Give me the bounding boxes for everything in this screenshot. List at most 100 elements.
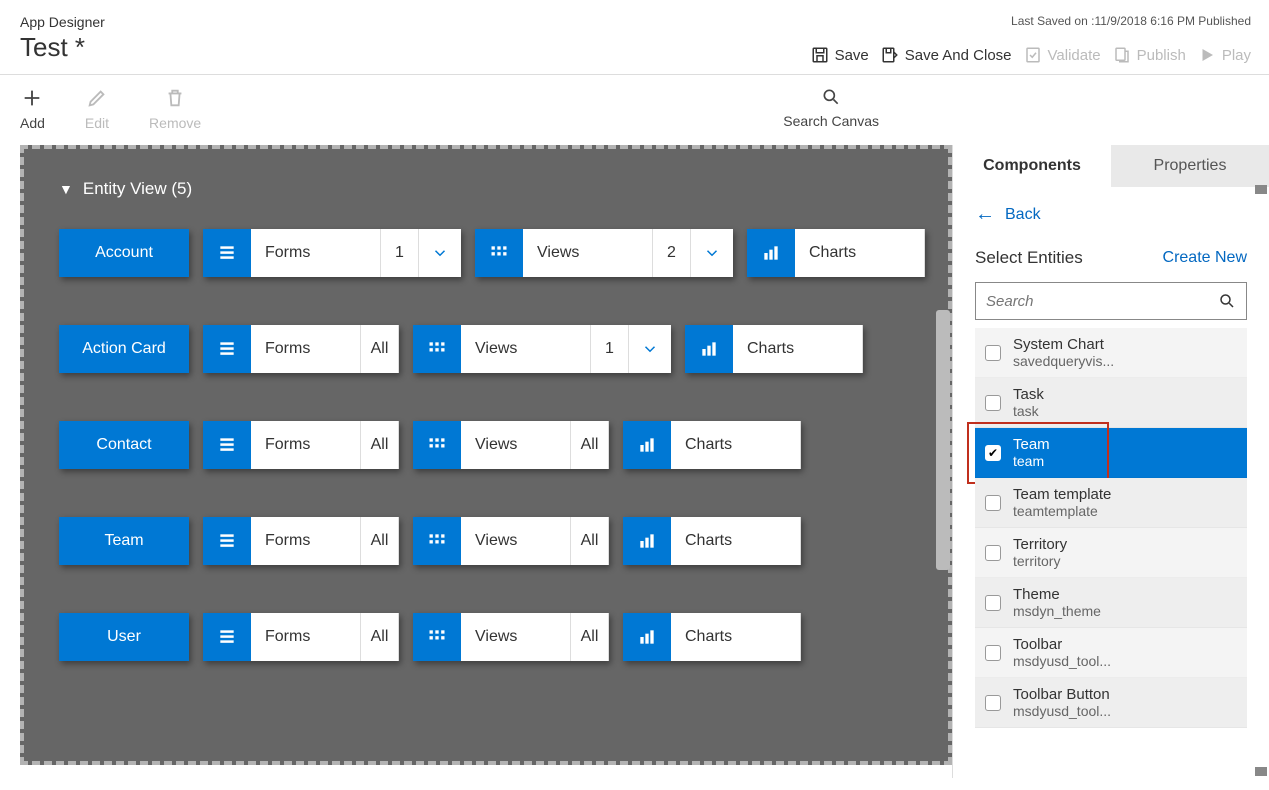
validate-button[interactable]: Validate [1024,46,1101,64]
app-title: Test * [20,32,105,63]
add-button[interactable]: Add [20,87,45,131]
search-input[interactable] [986,293,1218,310]
remove-button[interactable]: Remove [149,87,201,131]
header-left: App Designer Test * [20,14,105,63]
publish-icon [1113,46,1131,64]
checkbox[interactable] [985,695,1001,711]
charts-icon [685,325,733,373]
views-label: Views [461,421,571,469]
forms-label: Forms [251,517,361,565]
views-label: Views [461,517,571,565]
views-count: All [571,421,609,469]
header-right: Last Saved on :11/9/2018 6:16 PM Publish… [811,14,1251,64]
views-icon [413,421,461,469]
forms-tile[interactable]: FormsAll [203,613,399,661]
forms-label: Forms [251,421,361,469]
entity-item[interactable]: Tasktask [975,378,1247,428]
entity-item[interactable]: System Chartsavedqueryvis... [975,328,1247,378]
checkbox[interactable] [985,595,1001,611]
entity-item[interactable]: Territoryterritory [975,528,1247,578]
forms-icon [203,325,251,373]
charts-tile[interactable]: Charts [747,229,925,277]
charts-label: Charts [671,421,801,469]
forms-tile[interactable]: FormsAll [203,517,399,565]
save-label: Save [835,47,869,64]
forms-count: All [361,421,399,469]
views-tile[interactable]: ViewsAll [413,517,609,565]
tab-properties[interactable]: Properties [1111,145,1269,187]
entity-tile[interactable]: Account [59,229,189,277]
charts-tile[interactable]: Charts [685,325,863,373]
checkbox[interactable] [985,495,1001,511]
checkbox[interactable] [985,345,1001,361]
right-panel-scroll-top[interactable] [1255,185,1267,194]
search-canvas-button[interactable]: Search Canvas [783,87,879,131]
charts-label: Charts [671,613,801,661]
views-icon [475,229,523,277]
views-tile[interactable]: ViewsAll [413,613,609,661]
entity-tile[interactable]: Action Card [59,325,189,373]
trash-icon [164,87,186,109]
create-new-link[interactable]: Create New [1163,249,1247,267]
edit-button[interactable]: Edit [85,87,109,131]
views-label: Views [461,325,591,373]
charts-icon [747,229,795,277]
forms-tile[interactable]: Forms1 [203,229,461,277]
save-close-button[interactable]: Save And Close [881,46,1012,64]
entity-row: ContactFormsAllViewsAllCharts [59,421,938,469]
views-icon [413,517,461,565]
charts-icon [623,421,671,469]
entity-item[interactable]: Toolbarmsdyusd_tool... [975,628,1247,678]
views-tile[interactable]: Views1 [413,325,671,373]
entity-item[interactable]: Thememsdyn_theme [975,578,1247,628]
entity-item[interactable]: Team templateteamtemplate [975,478,1247,528]
publish-button[interactable]: Publish [1113,46,1186,64]
forms-icon [203,229,251,277]
views-tile[interactable]: Views2 [475,229,733,277]
chevron-down-icon[interactable] [691,229,733,277]
forms-tile[interactable]: FormsAll [203,325,399,373]
back-button[interactable]: ← Back [953,187,1269,234]
edit-label: Edit [85,115,109,131]
entity-tile[interactable]: User [59,613,189,661]
forms-tile[interactable]: FormsAll [203,421,399,469]
header-actions: Save Save And Close Validate Publish Pla… [811,46,1251,64]
views-tile[interactable]: ViewsAll [413,421,609,469]
entity-title: Toolbar [1013,636,1111,653]
chevron-down-icon[interactable] [629,325,671,373]
save-icon [811,46,829,64]
entity-item[interactable]: ✔Teamteam [975,428,1247,478]
select-row: Select Entities Create New [953,234,1269,278]
right-panel: Components Properties ← Back Select Enti… [952,145,1269,778]
checkbox[interactable]: ✔ [985,445,1001,461]
charts-tile[interactable]: Charts [623,517,801,565]
canvas: ▼ Entity View (5) AccountForms1Views2Cha… [20,145,952,765]
entity-item[interactable]: Toolbar Buttonmsdyusd_tool... [975,678,1247,728]
entity-tile[interactable]: Contact [59,421,189,469]
checkbox[interactable] [985,645,1001,661]
section-header[interactable]: ▼ Entity View (5) [59,179,938,199]
charts-label: Charts [733,325,863,373]
views-count: 1 [591,325,629,373]
charts-label: Charts [795,229,925,277]
play-button[interactable]: Play [1198,46,1251,64]
checkbox[interactable] [985,395,1001,411]
entity-tile[interactable]: Team [59,517,189,565]
entity-sub: territory [1013,553,1067,569]
entity-sub: task [1013,403,1044,419]
save-button[interactable]: Save [811,46,869,64]
views-label: Views [523,229,653,277]
charts-tile[interactable]: Charts [623,613,801,661]
checkbox[interactable] [985,545,1001,561]
search-box[interactable] [975,282,1247,320]
forms-count: 1 [381,229,419,277]
chevron-down-icon: ▼ [59,181,73,197]
canvas-scrollbar[interactable] [936,310,950,570]
entity-row: User FormsAll ViewsAll Charts [59,613,938,661]
tab-components[interactable]: Components [953,145,1111,187]
charts-icon [623,517,671,565]
views-label: Views [461,613,571,661]
chevron-down-icon[interactable] [419,229,461,277]
charts-tile[interactable]: Charts [623,421,801,469]
right-panel-scroll-bottom[interactable] [1255,767,1267,776]
